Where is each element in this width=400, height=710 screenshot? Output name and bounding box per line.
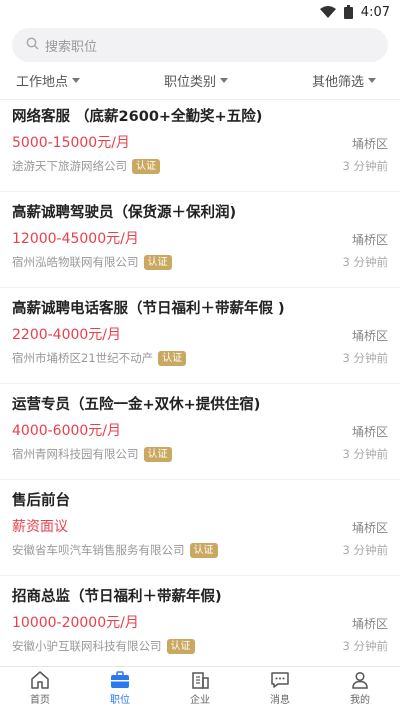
- tab-label: 企业: [190, 695, 210, 706]
- tab-profile[interactable]: 我的: [320, 667, 400, 710]
- job-time: 3 分钟前: [342, 351, 388, 365]
- company-name: 安徽小驴互联网科技有限公司: [12, 639, 162, 653]
- bottom-tab-bar: 首页 职位 企业 消息 我的: [0, 666, 400, 710]
- filter-label: 工作地点: [16, 75, 69, 90]
- company-name: 宿州市埇桥区21世纪不动产: [12, 351, 154, 365]
- job-item[interactable]: 售后前台 薪资面议 埇桥区 安徽省车呗汽车销售服务有限公司 认证 3 分钟前: [0, 480, 400, 576]
- job-company: 安徽小驴互联网科技有限公司 认证: [12, 638, 195, 654]
- search-icon: [26, 37, 39, 54]
- job-time: 3 分钟前: [342, 447, 388, 461]
- verified-badge: 认证: [166, 638, 195, 654]
- filter-location[interactable]: 工作地点: [16, 71, 81, 90]
- verified-badge: 认证: [143, 254, 172, 270]
- status-time: 4:07: [360, 4, 390, 20]
- caret-down-icon: [72, 78, 81, 83]
- status-bar: 4:07: [0, 0, 400, 24]
- company-name: 安徽省车呗汽车销售服务有限公司: [12, 543, 185, 557]
- job-time: 3 分钟前: [342, 639, 388, 653]
- company-name: 宿州青网科技园有限公司: [12, 447, 139, 461]
- job-district: 埇桥区: [351, 616, 388, 631]
- tab-label: 我的: [350, 695, 370, 706]
- job-item[interactable]: 高薪诚聘电话客服（节日福利＋带薪年假 ) 2200-4000元/月 埇桥区 宿州…: [0, 288, 400, 384]
- job-item[interactable]: 网络客服 （底薪2600+全勤奖+五险) 5000-15000元/月 埇桥区 途…: [0, 96, 400, 192]
- company-name: 宿州泓皓物联网有限公司: [12, 255, 139, 269]
- job-salary: 2200-4000元/月: [12, 327, 122, 343]
- job-district: 埇桥区: [351, 520, 388, 535]
- filter-label: 其他筛选: [311, 75, 364, 90]
- tab-label: 消息: [270, 695, 290, 706]
- job-item[interactable]: 运营专员（五险一金+双休+提供住宿) 4000-6000元/月 埇桥区 宿州青网…: [0, 384, 400, 480]
- company-name: 途游天下旅游网络公司: [12, 159, 127, 173]
- verified-badge: 认证: [189, 542, 218, 558]
- tab-messages[interactable]: 消息: [240, 667, 320, 710]
- job-salary: 12000-45000元/月: [12, 231, 139, 247]
- tab-label: 首页: [30, 695, 50, 706]
- building-icon: [190, 671, 210, 689]
- job-company: 宿州泓皓物联网有限公司 认证: [12, 254, 172, 270]
- job-company: 宿州青网科技园有限公司 认证: [12, 446, 172, 462]
- verified-badge: 认证: [132, 158, 160, 174]
- job-district: 埇桥区: [351, 424, 388, 439]
- search-placeholder: 搜索职位: [45, 39, 98, 55]
- filter-category[interactable]: 职位类别: [164, 71, 228, 90]
- caret-down-icon: [220, 78, 228, 83]
- tab-home[interactable]: 首页: [0, 667, 80, 710]
- caret-down-icon: [367, 78, 376, 83]
- job-company: 途游天下旅游网络公司 认证: [12, 158, 160, 174]
- job-title: 招商总监（节日福利＋带薪年假): [12, 589, 222, 605]
- job-item[interactable]: 高薪诚聘驾驶员（保货源＋保利润) 12000-45000元/月 埇桥区 宿州泓皓…: [0, 192, 400, 288]
- job-district: 埇桥区: [351, 232, 388, 247]
- job-salary: 10000-20000元/月: [12, 615, 139, 631]
- job-title: 高薪诚聘电话客服（节日福利＋带薪年假 ): [12, 301, 285, 317]
- job-salary: 5000-15000元/月: [12, 135, 130, 151]
- tab-jobs[interactable]: 职位: [80, 667, 160, 710]
- filter-bar: 工作地点 职位类别 其他筛选: [0, 62, 400, 100]
- job-list: 网络客服 （底薪2600+全勤奖+五险) 5000-15000元/月 埇桥区 途…: [0, 96, 400, 666]
- filter-other[interactable]: 其他筛选: [312, 71, 376, 90]
- job-title: 运营专员（五险一金+双休+提供住宿): [12, 397, 261, 413]
- job-title: 售后前台: [12, 493, 70, 509]
- job-title: 高薪诚聘驾驶员（保货源＋保利润): [12, 205, 237, 221]
- battery-icon: [343, 5, 353, 19]
- verified-badge: 认证: [143, 446, 172, 462]
- message-icon: [270, 671, 290, 689]
- briefcase-icon: [110, 671, 130, 689]
- filter-label: 职位类别: [163, 75, 216, 90]
- home-icon: [30, 671, 50, 689]
- job-time: 3 分钟前: [342, 543, 388, 557]
- job-time: 3 分钟前: [342, 159, 388, 173]
- job-company: 安徽省车呗汽车销售服务有限公司 认证: [12, 542, 218, 558]
- person-icon: [350, 671, 370, 689]
- search-input[interactable]: 搜索职位: [12, 28, 388, 62]
- verified-badge: 认证: [158, 350, 187, 366]
- tab-companies[interactable]: 企业: [160, 667, 240, 710]
- tab-label: 职位: [110, 695, 130, 706]
- job-district: 埇桥区: [351, 136, 388, 151]
- job-company: 宿州市埇桥区21世纪不动产 认证: [12, 350, 187, 366]
- job-district: 埇桥区: [351, 328, 388, 343]
- job-time: 3 分钟前: [342, 255, 388, 269]
- job-salary: 4000-6000元/月: [12, 423, 122, 439]
- job-title: 网络客服 （底薪2600+全勤奖+五险): [12, 109, 263, 125]
- job-item[interactable]: 招商总监（节日福利＋带薪年假) 10000-20000元/月 埇桥区 安徽小驴互…: [0, 576, 400, 666]
- wifi-icon: [319, 6, 336, 18]
- job-salary: 薪资面议: [12, 519, 68, 535]
